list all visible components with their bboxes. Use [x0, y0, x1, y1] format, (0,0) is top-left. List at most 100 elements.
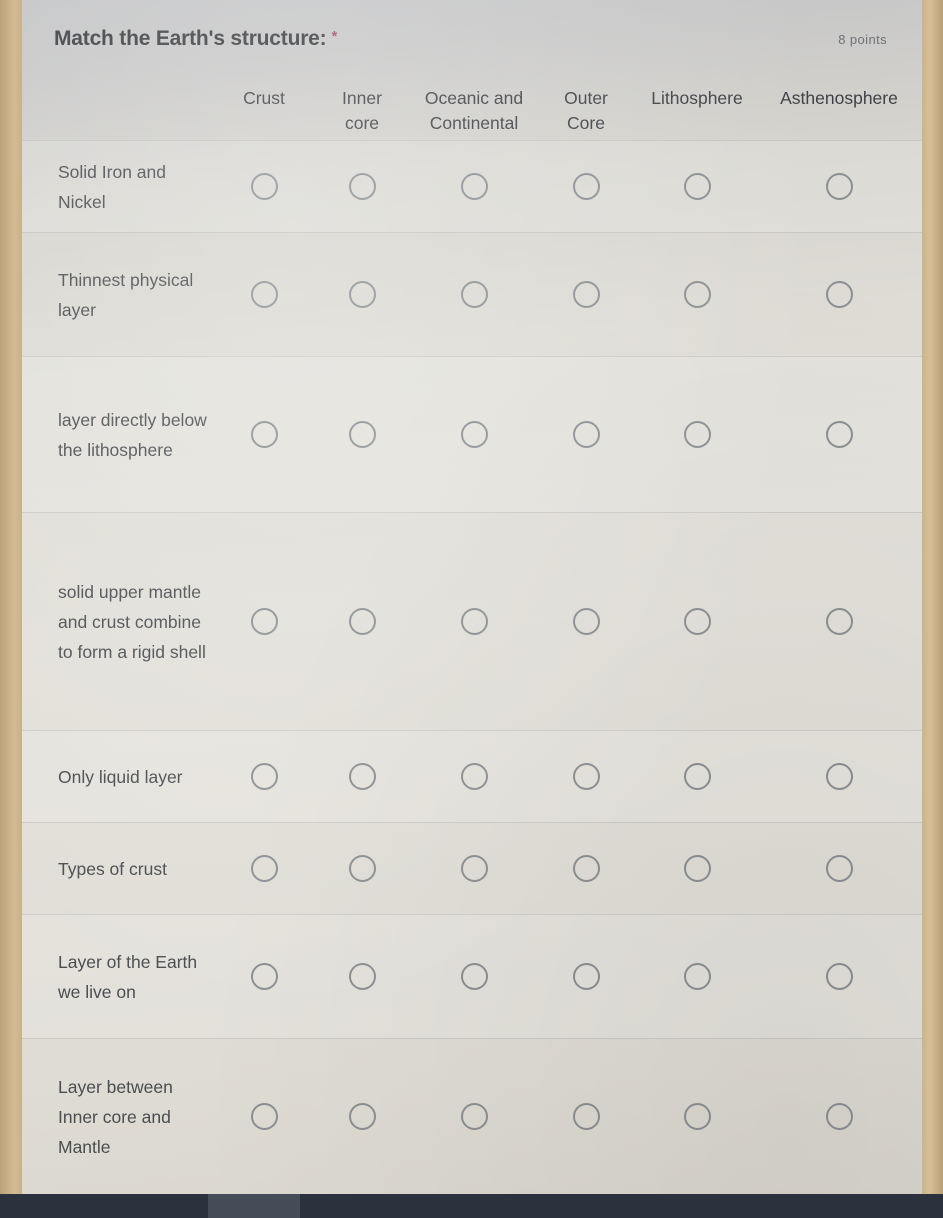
radio-cell-layer-directly-below-lithosphere-lithosphere[interactable]	[638, 421, 756, 448]
radio-button[interactable]	[572, 608, 600, 635]
radio-cell-layer-between-inner-core-and-mantle-inner-core[interactable]	[310, 1103, 414, 1130]
radio-button[interactable]	[460, 608, 488, 635]
radio-cell-layer-between-inner-core-and-mantle-lithosphere[interactable]	[638, 1103, 756, 1130]
radio-cell-thinnest-physical-layer-oceanic-continental[interactable]	[414, 281, 534, 308]
radio-button[interactable]	[348, 281, 376, 308]
grid-header-row: Crust Inner core Oceanic and Continental…	[22, 76, 922, 140]
row-label-solid-upper-mantle-and-crust: solid upper mantle and crust combine to …	[58, 581, 206, 662]
radio-cell-thinnest-physical-layer-outer-core[interactable]	[534, 281, 638, 308]
radio-cell-layer-of-earth-we-live-on-asthenosphere[interactable]	[756, 963, 922, 990]
column-header-lithosphere: Lithosphere	[651, 88, 743, 108]
radio-button[interactable]	[250, 173, 278, 200]
radio-button[interactable]	[825, 763, 853, 790]
radio-cell-layer-between-inner-core-and-mantle-asthenosphere[interactable]	[756, 1103, 922, 1130]
radio-button[interactable]	[250, 1103, 278, 1130]
radio-cell-thinnest-physical-layer-lithosphere[interactable]	[638, 281, 756, 308]
radio-cell-types-of-crust-asthenosphere[interactable]	[756, 855, 922, 882]
radio-button[interactable]	[460, 421, 488, 448]
radio-button[interactable]	[348, 963, 376, 990]
radio-button[interactable]	[825, 608, 853, 635]
radio-cell-solid-iron-and-nickel-lithosphere[interactable]	[638, 173, 756, 200]
radio-button[interactable]	[460, 1103, 488, 1130]
radio-button[interactable]	[460, 963, 488, 990]
radio-cell-layer-of-earth-we-live-on-lithosphere[interactable]	[638, 963, 756, 990]
radio-cell-solid-upper-mantle-and-crust-asthenosphere[interactable]	[756, 608, 922, 635]
radio-button[interactable]	[460, 855, 488, 882]
radio-button[interactable]	[250, 281, 278, 308]
radio-cell-solid-iron-and-nickel-inner-core[interactable]	[310, 173, 414, 200]
radio-button[interactable]	[250, 963, 278, 990]
radio-cell-solid-upper-mantle-and-crust-lithosphere[interactable]	[638, 608, 756, 635]
radio-cell-layer-of-earth-we-live-on-crust[interactable]	[218, 963, 310, 990]
radio-button[interactable]	[348, 1103, 376, 1130]
question-title: Match the Earth's structure: *	[54, 27, 337, 51]
radio-cell-types-of-crust-outer-core[interactable]	[534, 855, 638, 882]
radio-cell-layer-of-earth-we-live-on-outer-core[interactable]	[534, 963, 638, 990]
radio-button[interactable]	[572, 281, 600, 308]
radio-button[interactable]	[683, 421, 711, 448]
radio-button[interactable]	[460, 281, 488, 308]
radio-cell-solid-iron-and-nickel-crust[interactable]	[218, 173, 310, 200]
radio-cell-types-of-crust-lithosphere[interactable]	[638, 855, 756, 882]
radio-button[interactable]	[683, 763, 711, 790]
radio-cell-thinnest-physical-layer-crust[interactable]	[218, 281, 310, 308]
radio-cell-solid-iron-and-nickel-asthenosphere[interactable]	[756, 173, 922, 200]
radio-cell-only-liquid-layer-asthenosphere[interactable]	[756, 763, 922, 790]
radio-cell-layer-directly-below-lithosphere-asthenosphere[interactable]	[756, 421, 922, 448]
radio-button[interactable]	[572, 855, 600, 882]
radio-cell-thinnest-physical-layer-inner-core[interactable]	[310, 281, 414, 308]
radio-cell-only-liquid-layer-outer-core[interactable]	[534, 763, 638, 790]
radio-cell-solid-upper-mantle-and-crust-oceanic-continental[interactable]	[414, 608, 534, 635]
radio-cell-layer-directly-below-lithosphere-inner-core[interactable]	[310, 421, 414, 448]
radio-cell-solid-upper-mantle-and-crust-inner-core[interactable]	[310, 608, 414, 635]
radio-button[interactable]	[825, 1103, 853, 1130]
radio-button[interactable]	[348, 763, 376, 790]
radio-button[interactable]	[825, 963, 853, 990]
radio-button[interactable]	[572, 421, 600, 448]
radio-button[interactable]	[683, 173, 711, 200]
radio-cell-types-of-crust-oceanic-continental[interactable]	[414, 855, 534, 882]
radio-cell-solid-iron-and-nickel-outer-core[interactable]	[534, 173, 638, 200]
radio-cell-only-liquid-layer-lithosphere[interactable]	[638, 763, 756, 790]
radio-button[interactable]	[250, 421, 278, 448]
radio-cell-types-of-crust-crust[interactable]	[218, 855, 310, 882]
radio-button[interactable]	[683, 608, 711, 635]
radio-button[interactable]	[348, 608, 376, 635]
radio-button[interactable]	[348, 421, 376, 448]
radio-cell-only-liquid-layer-inner-core[interactable]	[310, 763, 414, 790]
radio-cell-thinnest-physical-layer-asthenosphere[interactable]	[756, 281, 922, 308]
radio-cell-layer-of-earth-we-live-on-inner-core[interactable]	[310, 963, 414, 990]
radio-cell-only-liquid-layer-oceanic-continental[interactable]	[414, 763, 534, 790]
radio-cell-layer-between-inner-core-and-mantle-oceanic-continental[interactable]	[414, 1103, 534, 1130]
radio-cell-solid-upper-mantle-and-crust-outer-core[interactable]	[534, 608, 638, 635]
radio-button[interactable]	[683, 281, 711, 308]
radio-cell-types-of-crust-inner-core[interactable]	[310, 855, 414, 882]
radio-button[interactable]	[250, 855, 278, 882]
radio-cell-layer-between-inner-core-and-mantle-outer-core[interactable]	[534, 1103, 638, 1130]
radio-button[interactable]	[572, 763, 600, 790]
radio-cell-layer-directly-below-lithosphere-crust[interactable]	[218, 421, 310, 448]
radio-button[interactable]	[250, 608, 278, 635]
radio-button[interactable]	[572, 173, 600, 200]
radio-button[interactable]	[683, 855, 711, 882]
radio-cell-only-liquid-layer-crust[interactable]	[218, 763, 310, 790]
radio-button[interactable]	[460, 173, 488, 200]
radio-button[interactable]	[825, 173, 853, 200]
radio-cell-layer-of-earth-we-live-on-oceanic-continental[interactable]	[414, 963, 534, 990]
radio-button[interactable]	[825, 281, 853, 308]
radio-button[interactable]	[825, 421, 853, 448]
radio-button[interactable]	[348, 855, 376, 882]
radio-button[interactable]	[572, 963, 600, 990]
radio-button[interactable]	[683, 963, 711, 990]
radio-cell-solid-iron-and-nickel-oceanic-continental[interactable]	[414, 173, 534, 200]
radio-button[interactable]	[348, 173, 376, 200]
radio-button[interactable]	[460, 763, 488, 790]
radio-button[interactable]	[572, 1103, 600, 1130]
radio-button[interactable]	[825, 855, 853, 882]
radio-cell-solid-upper-mantle-and-crust-crust[interactable]	[218, 608, 310, 635]
radio-cell-layer-directly-below-lithosphere-oceanic-continental[interactable]	[414, 421, 534, 448]
radio-button[interactable]	[250, 763, 278, 790]
radio-cell-layer-directly-below-lithosphere-outer-core[interactable]	[534, 421, 638, 448]
radio-cell-layer-between-inner-core-and-mantle-crust[interactable]	[218, 1103, 310, 1130]
radio-button[interactable]	[683, 1103, 711, 1130]
